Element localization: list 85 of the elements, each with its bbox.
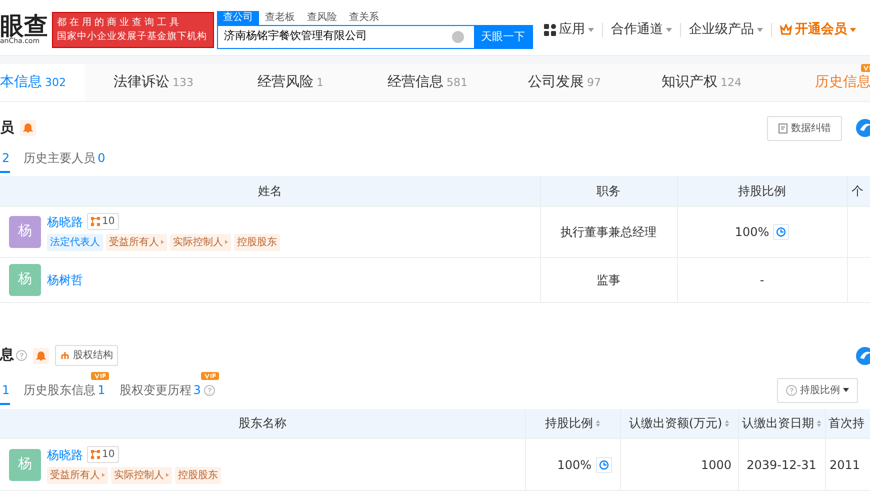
sub-tab[interactable]: 历史股东信息 1 xyxy=(24,380,106,404)
role-tag: 控股股东 xyxy=(175,466,221,484)
avatar: 杨 xyxy=(9,264,41,296)
sub-tab[interactable]: 股权变更历程 3 xyxy=(119,380,215,404)
search-tab[interactable]: 查老板 xyxy=(259,10,301,24)
structure-icon xyxy=(60,351,70,360)
role-tag[interactable]: 受益所有人 xyxy=(106,234,167,250)
relation-count[interactable]: 10 xyxy=(87,446,119,463)
section-tab[interactable]: 经营风险 1 xyxy=(222,64,359,101)
pie-chart-icon[interactable] xyxy=(596,457,612,474)
apps-icon xyxy=(544,24,556,36)
column-header: 股东名称 xyxy=(238,416,286,430)
caret-icon xyxy=(850,28,856,32)
column-header: 持股比例 xyxy=(738,184,786,198)
table-cell: 监事 xyxy=(596,272,620,286)
table-cell: 2039-12-31 xyxy=(746,458,816,472)
sort-dropdown[interactable]: 持股比例 xyxy=(777,378,858,402)
column-header: 姓名 xyxy=(258,184,282,198)
table-cell: 100% xyxy=(734,224,770,238)
equity-structure-button[interactable]: 股权结构 xyxy=(55,345,118,366)
arrow-icon xyxy=(102,473,105,477)
column-header: 认缴出资额(万元) xyxy=(628,416,722,430)
sub-tab[interactable]: 2 xyxy=(0,149,10,173)
search-tab[interactable]: 查公司 xyxy=(217,10,259,24)
column-header: 职务 xyxy=(596,184,620,198)
arrow-icon xyxy=(161,240,164,244)
network-icon xyxy=(91,450,100,459)
search-tab[interactable]: 查关系 xyxy=(343,10,385,24)
correction-button[interactable]: 数据纠错 xyxy=(767,116,842,140)
nav-menu[interactable]: 应用 xyxy=(536,20,602,40)
brand-icon xyxy=(856,119,870,137)
role-tag[interactable]: 受益所有人 xyxy=(47,466,108,484)
column-header: 首次持 xyxy=(828,416,864,430)
caret-icon xyxy=(843,388,849,392)
search-field[interactable]: 济南杨铭宇餐饮管理有限公司 天眼一下 xyxy=(217,24,533,48)
network-icon xyxy=(91,217,100,226)
help-icon xyxy=(16,350,27,361)
slogan-banner: 都在用的商业查询工具 国家中小企业发展子基金旗下机构 xyxy=(52,12,214,48)
column-header: 个 xyxy=(852,184,864,198)
table-cell: 1000 xyxy=(700,458,732,472)
help-icon xyxy=(786,384,797,396)
table-cell: 100% xyxy=(557,458,592,472)
role-tag[interactable]: 实际控制人 xyxy=(111,466,172,484)
column-header: 持股比例 xyxy=(545,416,593,430)
section-tab[interactable]: 经营信息 581 xyxy=(359,64,496,101)
role-tag[interactable]: 实际控制人 xyxy=(170,234,231,250)
search-tab[interactable]: 查风险 xyxy=(301,10,343,24)
sort-icon[interactable] xyxy=(817,420,821,428)
sort-icon[interactable] xyxy=(725,420,730,428)
person-link[interactable]: 杨晓路 xyxy=(47,212,83,230)
pie-chart-icon[interactable] xyxy=(773,224,790,240)
table-cell: 执行董事兼总经理 xyxy=(560,224,656,238)
document-icon xyxy=(778,122,788,134)
logo: 眼查 xyxy=(0,14,48,38)
person-link[interactable]: 杨树哲 xyxy=(47,270,83,288)
nav-menu[interactable]: 企业级产品 xyxy=(681,20,771,40)
section-tab[interactable]: 法律诉讼 133 xyxy=(85,64,222,101)
arrow-icon xyxy=(166,473,169,477)
section-title: 员 xyxy=(0,118,14,138)
sub-tab[interactable]: 历史主要人员 0 xyxy=(24,149,106,173)
section-tab[interactable]: 公司发展 97 xyxy=(496,64,633,101)
person-link[interactable]: 杨晓路 xyxy=(47,446,83,464)
nav-menu[interactable]: 合作通道 xyxy=(603,20,680,40)
role-tag: 法定代表人 xyxy=(47,234,103,250)
table-cell: - xyxy=(760,272,764,286)
avatar: 杨 xyxy=(9,448,41,480)
search-button[interactable]: 天眼一下 xyxy=(474,26,532,48)
section-tab[interactable]: 本信息 302 xyxy=(0,64,85,101)
caret-icon xyxy=(588,28,594,32)
brand-icon xyxy=(856,346,870,364)
bell-icon[interactable] xyxy=(20,120,36,136)
crown-icon xyxy=(780,24,792,35)
sub-tab[interactable]: 1 xyxy=(0,380,10,404)
role-tag: 控股股东 xyxy=(234,234,280,250)
bell-icon[interactable] xyxy=(33,348,49,364)
section-tab[interactable]: 知识产权 124 xyxy=(633,64,770,101)
relation-count[interactable]: 10 xyxy=(87,213,119,230)
table-cell: 2011 xyxy=(830,458,860,472)
sort-icon[interactable] xyxy=(596,420,600,428)
caret-icon xyxy=(666,28,672,32)
clear-icon[interactable] xyxy=(452,30,464,42)
avatar: 杨 xyxy=(9,216,41,248)
arrow-icon xyxy=(225,240,228,244)
caret-icon xyxy=(757,28,763,32)
column-header: 认缴出资日期 xyxy=(742,416,814,430)
